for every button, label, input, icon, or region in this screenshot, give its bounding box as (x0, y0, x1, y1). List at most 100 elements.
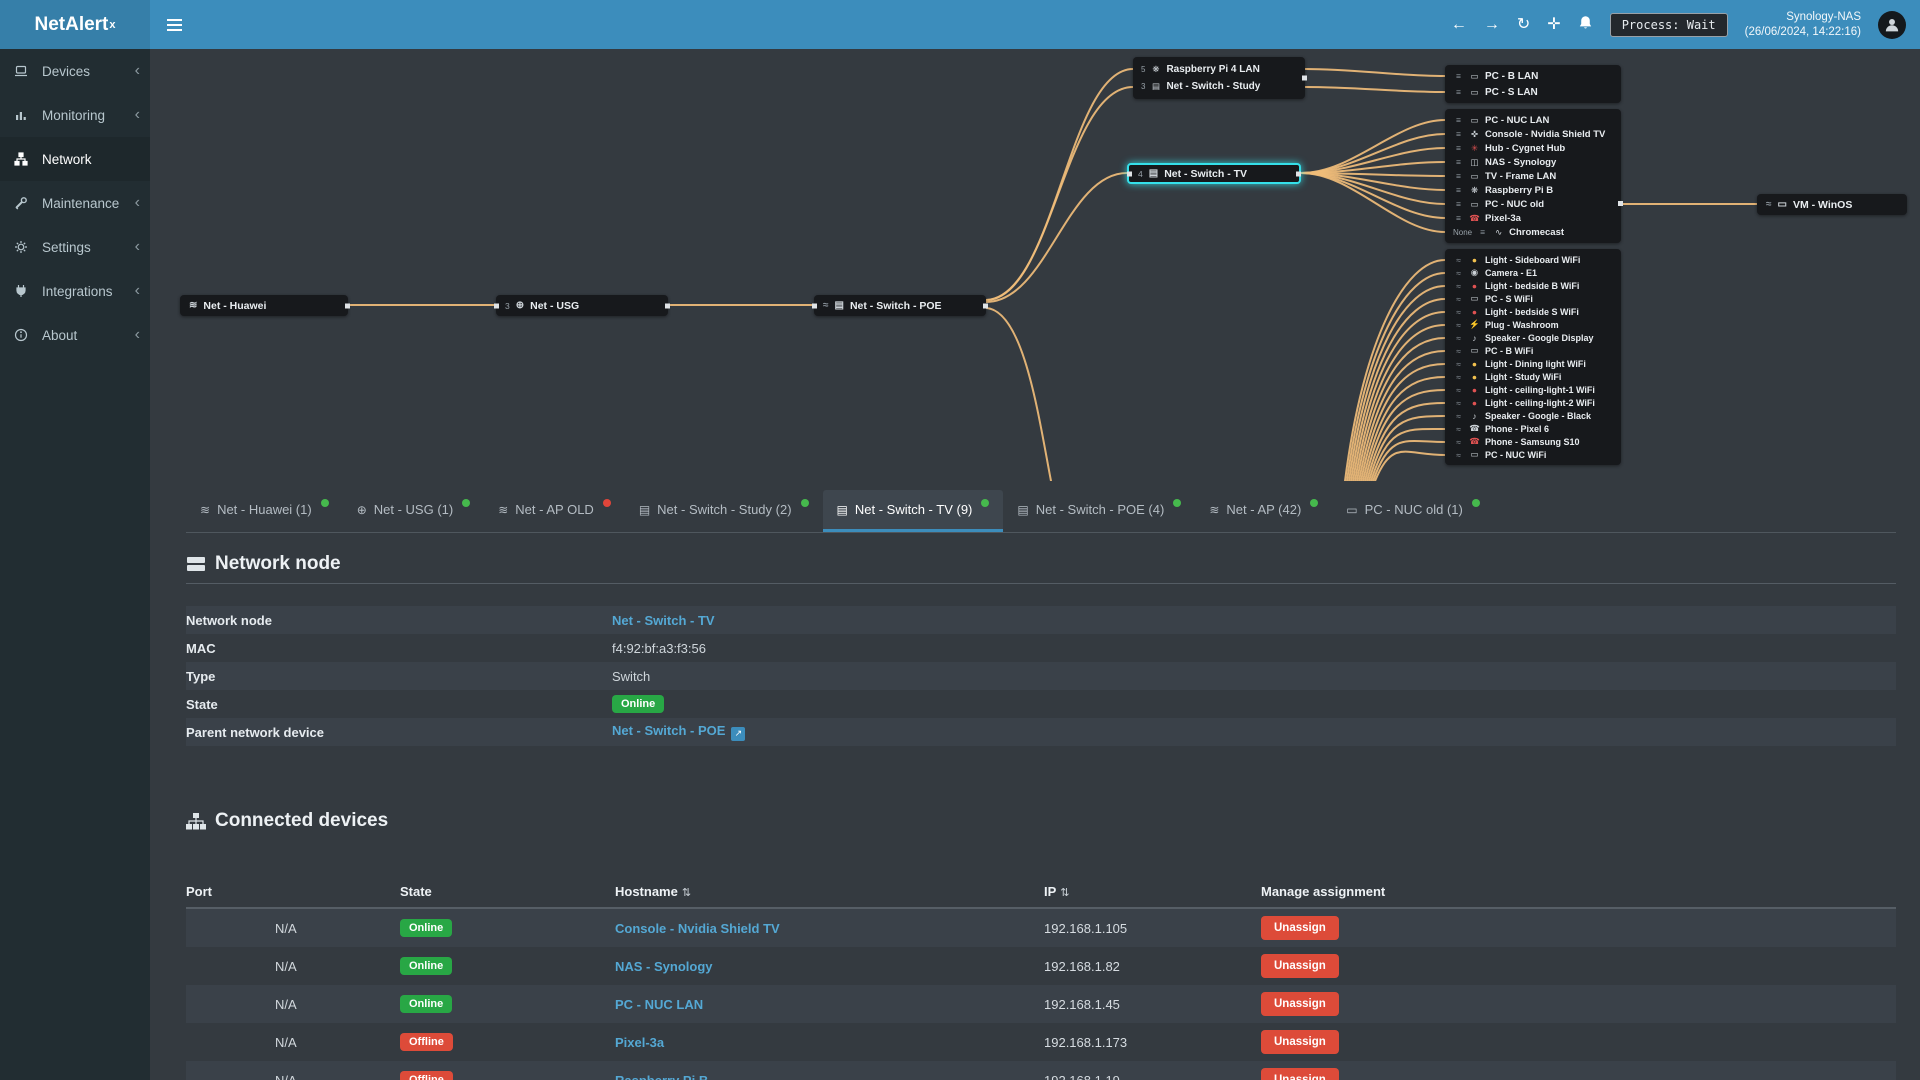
tree-device-row[interactable]: ≈ ● Light - Sideboard WiFi (1453, 253, 1613, 266)
device-label: PC - NUC WiFi (1485, 449, 1547, 460)
tree-device-row[interactable]: ≡ ▭ PC - S LAN (1453, 84, 1613, 100)
section-heading: Connected devices (215, 810, 389, 831)
tree-device-row[interactable]: ≈ ☎ Phone - Pixel 6 (1453, 422, 1613, 435)
tree-device-row[interactable]: ≡ ▭ PC - NUC LAN (1453, 113, 1613, 127)
sidebar-item-monitoring[interactable]: Monitoring ‹ (0, 93, 150, 137)
menu-toggle-button[interactable] (150, 0, 198, 49)
tree-device-row[interactable]: ≡ ☎ Pixel-3a (1453, 211, 1613, 225)
tree-device-row[interactable]: ≡ ✜ Console - Nvidia Shield TV (1453, 127, 1613, 141)
tab-label: Net - USG (1) (373, 502, 454, 517)
user-avatar[interactable] (1878, 10, 1906, 39)
tree-device-row[interactable]: ≡ ▭ PC - NUC old (1453, 197, 1613, 211)
ethernet-icon: ≡ (1456, 171, 1461, 181)
tab[interactable]: ▭ PC - NUC old (1) (1332, 490, 1494, 532)
sidebar-item-integrations[interactable]: Integrations ‹ (0, 269, 150, 313)
tree-device-row[interactable]: ≡ ◫ NAS - Synology (1453, 155, 1613, 169)
tab-label: Net - AP (42) (1226, 502, 1302, 517)
tree-device-row[interactable]: ≈ ● Light - Study WiFi (1453, 370, 1613, 383)
tree-node-net-switch-poe[interactable]: ≈ ▤ Net - Switch - POE (812, 295, 988, 316)
tab[interactable]: ⊕ Net - USG (1) (343, 490, 485, 532)
tree-node-net-huawei[interactable]: ≋ Net - Huawei (180, 295, 350, 316)
hostname-link[interactable]: NAS - Synology (615, 959, 713, 974)
refresh-icon[interactable]: ↻ (1517, 16, 1530, 33)
tree-device-row[interactable]: ≈ ♪ Speaker - Google Display (1453, 331, 1613, 344)
column-ip[interactable]: IP ⇅ (1044, 884, 1261, 899)
unassign-button[interactable]: Unassign (1261, 1030, 1339, 1054)
tree-device-row[interactable]: 3 ▤ Net - Switch - Study (1141, 78, 1297, 95)
tree-device-row[interactable]: ≈ ▭ PC - NUC WiFi (1453, 448, 1613, 461)
globe-icon: ⊕ (356, 502, 367, 517)
tree-device-row[interactable]: ≈ ● Light - ceiling-light-1 WiFi (1453, 383, 1613, 396)
tree-device-row[interactable]: ≈ ◉ Camera - E1 (1453, 266, 1613, 279)
external-link-icon[interactable]: ↗ (731, 726, 746, 741)
unassign-button[interactable]: Unassign (1261, 954, 1339, 978)
tree-node-net-switch-tv-selected[interactable]: 4 ▤ Net - Switch - TV (1127, 163, 1301, 184)
tree-device-row[interactable]: ≈ ♪ Speaker - Google - Black (1453, 409, 1613, 422)
ethernet-icon: ≡ (1456, 185, 1461, 195)
state-badge: Online (400, 919, 453, 937)
parent-device-link[interactable]: Net - Switch - POE (612, 723, 725, 738)
bulb-icon: ● (1471, 371, 1478, 382)
hostname-link[interactable]: PC - NUC LAN (615, 997, 703, 1012)
tab[interactable]: ▤ Net - Switch - TV (9) (822, 490, 1004, 532)
tree-device-row[interactable]: ≈ ▭ PC - S WiFi (1453, 292, 1613, 305)
tree-device-row[interactable]: None ≡ ∿ Chromecast (1453, 225, 1613, 239)
chevron-left-icon: ‹ (134, 62, 140, 79)
type-value: Switch (612, 668, 651, 684)
tab-label: Net - Huawei (1) (217, 502, 312, 517)
tree-device-row[interactable]: ≈ ☎ Phone - Samsung S10 (1453, 435, 1613, 448)
tree-device-row[interactable]: ≈ ▭ PC - B WiFi (1453, 344, 1613, 357)
speaker-icon: ♪ (1472, 410, 1477, 421)
sitemap-icon (186, 812, 206, 829)
section-title: Network node (186, 552, 1896, 576)
tab[interactable]: ≋ Net - AP (42) (1195, 490, 1332, 532)
sidebar-item-devices[interactable]: Devices ‹ (0, 49, 150, 93)
sidebar-item-maintenance[interactable]: Maintenance ‹ (0, 181, 150, 225)
connected-devices-section: Connected devices Port State Hostname ⇅ I… (186, 809, 1896, 1080)
tree-device-row[interactable]: 5 ❋ Raspberry Pi 4 LAN (1141, 61, 1297, 78)
hostname-link[interactable]: Pixel-3a (615, 1035, 664, 1050)
unassign-button[interactable]: Unassign (1261, 916, 1339, 940)
hostname-link[interactable]: Raspberry Pi B (615, 1073, 708, 1080)
tree-device-row[interactable]: ≈ ● Light - Dining light WiFi (1453, 357, 1613, 370)
tree-device-row[interactable]: ≡ ✳ Hub - Cygnet Hub (1453, 141, 1613, 155)
state-badge: Online (612, 695, 665, 713)
status-dot (981, 498, 990, 507)
tab[interactable]: ▤ Net - Switch - Study (2) (625, 490, 823, 532)
tree-node-vm-winos[interactable]: ≈ ▭ VM - WinOS (1757, 194, 1907, 215)
network-node-link[interactable]: Net - Switch - TV (612, 613, 715, 628)
bell-icon[interactable] (1578, 15, 1593, 34)
globe-icon: ⊕ (515, 300, 525, 311)
back-icon[interactable]: ← (1451, 16, 1467, 33)
topbar-actions: ← → ↻ ✛ Process: Wait Synology-NAS (26/0… (1451, 0, 1920, 49)
tree-device-row[interactable]: ≡ ▭ TV - Frame LAN (1453, 169, 1613, 183)
sidebar-item-settings[interactable]: Settings ‹ (0, 225, 150, 269)
brand-logo[interactable]: NetAlert x (0, 0, 150, 49)
tab[interactable]: ≋ Net - AP OLD (484, 490, 625, 532)
tree-device-row[interactable]: ≈ ● Light - ceiling-light-2 WiFi (1453, 396, 1613, 409)
tree-device-row[interactable]: ≡ ▭ PC - B LAN (1453, 68, 1613, 84)
bulb-icon: ● (1471, 358, 1478, 369)
tree-device-row[interactable]: ≡ ❋ Raspberry Pi B (1453, 183, 1613, 197)
tree-device-row[interactable]: ≈ ● Light - bedside S WiFi (1453, 305, 1613, 318)
monitor-icon: ▭ (1470, 345, 1479, 355)
tree-group-tv-switch-clients: ≡ ▭ PC - NUC LAN ≡ ✜ Console - Nvidia Sh… (1445, 109, 1623, 243)
unassign-button[interactable]: Unassign (1261, 992, 1339, 1016)
hostname-link[interactable]: Console - Nvidia Shield TV (615, 921, 780, 936)
sidebar-item-network[interactable]: Network (0, 137, 150, 181)
column-hostname[interactable]: Hostname ⇅ (615, 884, 1044, 899)
tab[interactable]: ≋ Net - Huawei (1) (186, 490, 343, 532)
unassign-button[interactable]: Unassign (1261, 1068, 1339, 1080)
move-icon[interactable]: ✛ (1547, 16, 1560, 33)
process-status-badge[interactable]: Process: Wait (1609, 12, 1728, 37)
tree-device-row[interactable]: ≈ ⚡ Plug - Washroom (1453, 318, 1613, 331)
status-dot (800, 498, 809, 507)
info-icon (14, 328, 39, 342)
device-label: PC - B WiFi (1485, 345, 1534, 356)
tree-device-row[interactable]: ≈ ● Light - bedside B WiFi (1453, 279, 1613, 292)
sidebar-item-about[interactable]: About ‹ (0, 313, 150, 357)
forward-icon[interactable]: → (1484, 16, 1500, 33)
node-label: VM - WinOS (1792, 198, 1853, 211)
tab[interactable]: ▤ Net - Switch - POE (4) (1003, 490, 1195, 532)
tree-node-net-usg[interactable]: 3 ⊕ Net - USG (494, 295, 670, 316)
